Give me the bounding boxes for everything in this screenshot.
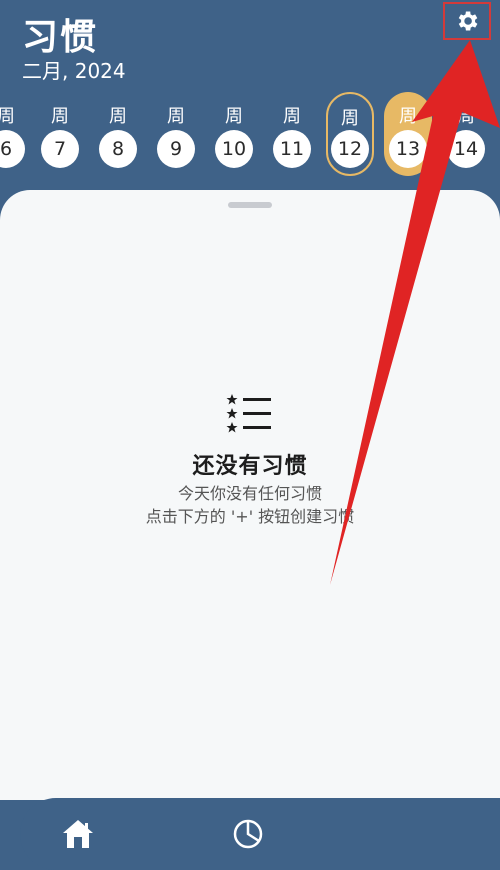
day-date: 14 [447, 130, 485, 168]
app-header: 习惯 二月, 2024 周 6 周 7 周 8 周 9 周 10 周 11 周 … [0, 0, 500, 200]
empty-state-title: 还没有习惯 [192, 454, 308, 479]
week-day-strip: 周 6 周 7 周 8 周 9 周 10 周 11 周 12 周 13 周 14 [0, 92, 500, 180]
day-weekday: 周 [399, 106, 417, 127]
day-weekday: 周 [167, 106, 185, 127]
pie-chart-icon [233, 819, 263, 849]
day-date: 6 [0, 130, 25, 168]
day-item[interactable]: 周 6 [0, 92, 30, 176]
day-date: 9 [157, 130, 195, 168]
gear-icon [458, 11, 478, 31]
day-date: 13 [389, 130, 427, 168]
day-date: 10 [215, 130, 253, 168]
day-item[interactable]: 周 11 [268, 92, 316, 176]
habits-sheet: 还没有习惯 今天你没有任何习惯 点击下方的 '+' 按钮创建习惯 [0, 190, 500, 800]
day-item[interactable]: 周 14 [442, 92, 490, 176]
drag-handle[interactable] [228, 202, 272, 208]
day-weekday: 周 [0, 106, 15, 127]
day-date: 12 [331, 130, 369, 168]
day-item[interactable]: 周 7 [36, 92, 84, 176]
page-title: 习惯 [22, 17, 99, 58]
settings-button[interactable] [443, 2, 491, 40]
day-weekday: 周 [283, 106, 301, 127]
empty-state-message: 今天你没有任何习惯 [177, 484, 322, 503]
day-date: 8 [99, 130, 137, 168]
day-weekday: 周 [225, 106, 243, 127]
bottom-nav-bar [20, 798, 500, 870]
day-date: 11 [273, 130, 311, 168]
day-weekday: 周 [51, 106, 69, 127]
day-weekday: 周 [457, 106, 475, 127]
month-year-label: 二月, 2024 [22, 59, 126, 83]
empty-state-hint: 点击下方的 '+' 按钮创建习惯 [145, 507, 355, 526]
day-weekday: 周 [341, 108, 359, 129]
nav-home-button[interactable] [56, 812, 100, 856]
home-icon [63, 820, 93, 848]
list-stars-icon [226, 394, 271, 433]
day-item[interactable]: 周 10 [210, 92, 258, 176]
day-weekday: 周 [109, 106, 127, 127]
day-date: 7 [41, 130, 79, 168]
day-item-today[interactable]: 周 12 [326, 92, 374, 176]
nav-stats-button[interactable] [226, 812, 270, 856]
day-item[interactable]: 周 9 [152, 92, 200, 176]
day-item-selected[interactable]: 周 13 [384, 92, 432, 176]
day-item[interactable]: 周 8 [94, 92, 142, 176]
